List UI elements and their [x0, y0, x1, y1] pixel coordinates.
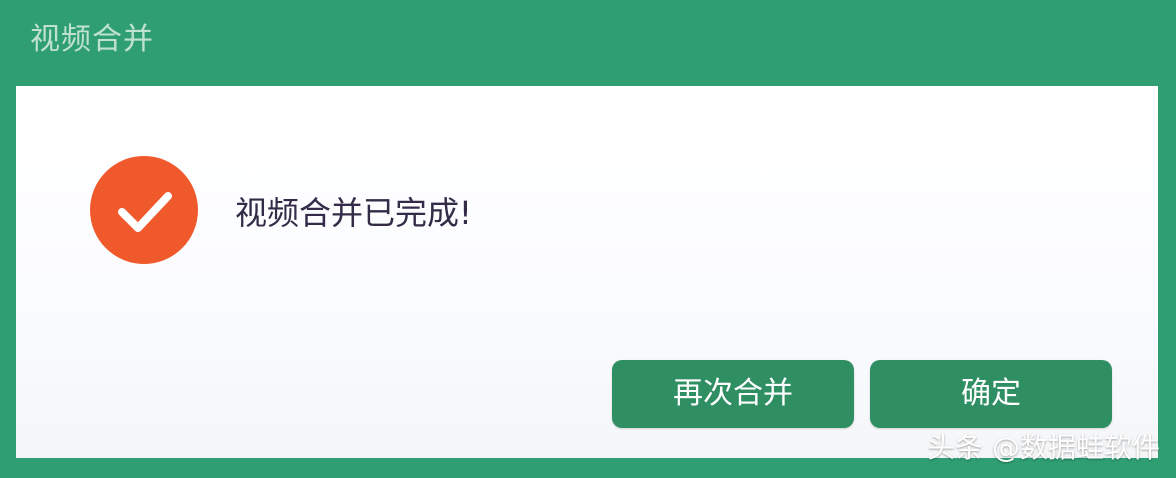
check-circle-icon — [90, 156, 198, 264]
checkmark-icon — [118, 192, 172, 232]
watermark-text: 头条 @数据蛙软件 — [927, 431, 1160, 464]
merge-complete-dialog: 视频合并 视频合并已完成! 再次合并 确定 头条 @数据蛙软件 — [0, 0, 1176, 478]
dialog-content: 视频合并已完成! 再次合并 确定 — [16, 86, 1158, 458]
completion-message: 视频合并已完成! — [235, 194, 472, 232]
title-bar: 视频合并 — [0, 0, 1176, 84]
dialog-title: 视频合并 — [30, 22, 154, 57]
merge-again-button[interactable]: 再次合并 — [612, 360, 854, 428]
confirm-button[interactable]: 确定 — [870, 360, 1112, 428]
